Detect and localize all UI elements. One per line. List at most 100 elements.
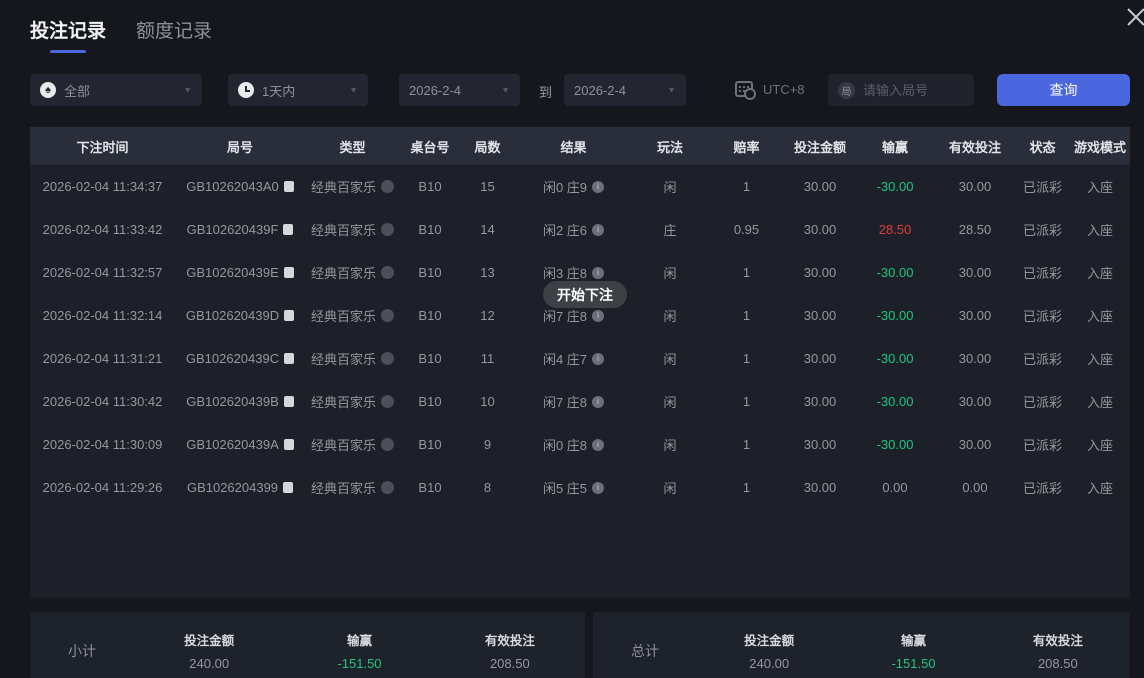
date-from-dropdown[interactable]: 2026-2-4 ▼ — [399, 74, 520, 106]
cell-round-id-text: GB102620439B — [186, 394, 279, 409]
cell-play-text: 闲 — [663, 438, 677, 453]
cell-bet-amount: 30.00 — [785, 480, 855, 495]
cell-status-text: 已派彩 — [1022, 481, 1062, 496]
cell-table-no-text: B10 — [418, 437, 442, 452]
cell-status-text: 已派彩 — [1022, 223, 1062, 238]
cell-play-text: 闲 — [663, 309, 677, 324]
cell-game-mode: 入座 — [1070, 263, 1130, 282]
cell-round-no: 8 — [460, 480, 515, 495]
cell-win-loss: -30.00 — [855, 437, 935, 452]
cell-win-loss: 0.00 — [855, 480, 935, 495]
table-row: 2026-02-04 11:30:09 GB102620439A 经典百家乐 B10 9… — [30, 423, 1130, 466]
cell-game-type: 经典百家乐 — [305, 220, 400, 239]
cell-play: 闲 — [632, 478, 708, 497]
cell-game-type-text: 经典百家乐 — [310, 309, 376, 324]
cell-bet-time-text: 2026-02-04 11:33:42 — [42, 222, 163, 237]
cell-bet-time-text: 2026-02-04 11:30:42 — [42, 394, 163, 409]
info-icon[interactable]: i — [592, 481, 605, 494]
cell-game-type-text: 经典百家乐 — [310, 223, 376, 238]
round-search-input[interactable] — [863, 82, 964, 98]
cell-round-id-text: GB102620439F — [186, 222, 279, 237]
cell-bet-time-text: 2026-02-04 11:32:57 — [42, 265, 163, 280]
cell-table-no: B10 — [400, 394, 460, 409]
cell-status-text: 已派彩 — [1022, 395, 1062, 410]
cell-win-loss-text: -30.00 — [876, 437, 914, 452]
time-range-dropdown[interactable]: 1天内 ▼ — [228, 74, 368, 106]
close-icon[interactable] — [1121, 2, 1144, 32]
cell-round-no-text: 10 — [480, 394, 495, 409]
copy-icon[interactable] — [283, 482, 294, 493]
total-valid-bet: 有效投注 208.50 — [986, 630, 1130, 678]
cell-status: 已派彩 — [1015, 220, 1070, 239]
info-icon[interactable]: i — [592, 438, 605, 451]
query-button[interactable]: 查询 — [997, 74, 1130, 106]
cell-game-type-text: 经典百家乐 — [310, 352, 376, 367]
info-icon[interactable]: i — [592, 309, 605, 322]
cell-status: 已派彩 — [1015, 263, 1070, 282]
total-panel: 总计 投注金额 240.00 输赢 -151.50 有效投注 208.50 — [593, 612, 1130, 678]
cell-result-text: 闲2 庄6 — [542, 223, 588, 238]
summary-col-value: -151.50 — [891, 656, 936, 671]
cell-table-no-text: B10 — [418, 222, 442, 237]
cell-game-mode: 入座 — [1070, 177, 1130, 196]
tab-quota-records[interactable]: 额度记录 — [136, 16, 212, 53]
bet-records-table: 下注时间 局号 类型 桌台号 局数 结果 玩法 赔率 投注金额 输赢 有效投注 状态 游戏模式 2026… — [30, 127, 1130, 598]
copy-icon[interactable] — [284, 353, 295, 364]
time-range-value: 1天内 — [262, 83, 296, 99]
cell-game-mode-text: 入座 — [1086, 438, 1113, 453]
date-to-dropdown[interactable]: 2026-2-4 ▼ — [564, 74, 686, 106]
copy-icon[interactable] — [283, 439, 294, 450]
info-icon[interactable]: i — [592, 180, 605, 193]
to-label: 到 — [539, 85, 553, 100]
cell-odds: 1 — [708, 394, 785, 409]
filter-bar: ♠ 全部 ▼ 1天内 ▼ 2026-2-4 ▼ 到 2026-2-4 ▼ UTC… — [0, 74, 1144, 106]
copy-icon[interactable] — [283, 181, 294, 192]
game-type-dropdown[interactable]: ♠ 全部 ▼ — [30, 74, 202, 106]
cell-bet-amount-text: 30.00 — [803, 265, 837, 280]
cell-bet-amount: 30.00 — [785, 222, 855, 237]
cell-bet-time-text: 2026-02-04 11:34:37 — [42, 179, 163, 194]
cell-play: 庄 — [632, 220, 708, 239]
game-type-value: 全部 — [64, 83, 91, 99]
cell-result-text: 闲3 庄8 — [542, 266, 588, 281]
info-icon[interactable]: i — [592, 266, 605, 279]
cell-win-loss: -30.00 — [855, 308, 935, 323]
cell-round-id-text: GB102620439E — [186, 265, 279, 280]
cell-result-text: 闲5 庄5 — [542, 481, 588, 496]
info-icon[interactable]: i — [592, 352, 605, 365]
copy-icon[interactable] — [283, 224, 294, 235]
cell-game-mode: 入座 — [1070, 478, 1130, 497]
column-header: 局数 — [474, 139, 501, 155]
cell-game-type-text: 经典百家乐 — [310, 438, 376, 453]
cell-bet-amount-text: 30.00 — [803, 179, 837, 194]
copy-icon[interactable] — [283, 396, 294, 407]
cell-round-no: 14 — [460, 222, 515, 237]
betting-records-dialog: 投注记录 额度记录 ♠ 全部 ▼ 1天内 ▼ 2026-2-4 ▼ 到 2026… — [0, 0, 1144, 678]
cell-valid-bet-text: 30.00 — [958, 437, 992, 452]
cell-result: 闲2 庄6 i — [515, 220, 632, 239]
cell-valid-bet-text: 30.00 — [958, 265, 992, 280]
copy-icon[interactable] — [283, 267, 294, 278]
subtotal-label: 小计 — [68, 643, 96, 659]
cell-win-loss-text: -30.00 — [876, 308, 914, 323]
copy-icon[interactable] — [284, 310, 295, 321]
cell-game-type: 经典百家乐 — [305, 263, 400, 282]
chevron-down-icon: ▼ — [501, 85, 510, 95]
cell-odds: 1 — [708, 437, 785, 452]
cell-valid-bet-text: 30.00 — [958, 179, 992, 194]
total-label: 总计 — [631, 643, 659, 659]
game-type-icon — [381, 309, 394, 322]
cell-status: 已派彩 — [1015, 349, 1070, 368]
cell-bet-time: 2026-02-04 11:30:09 — [30, 437, 175, 452]
tab-betting-records[interactable]: 投注记录 — [30, 16, 106, 53]
total-win-loss: 输赢 -151.50 — [841, 630, 985, 678]
active-tab-underline — [50, 50, 86, 53]
summary-col-value: 240.00 — [749, 656, 790, 671]
info-icon[interactable]: i — [592, 223, 605, 236]
round-search-field[interactable]: 局 — [828, 74, 974, 106]
cell-odds: 1 — [708, 265, 785, 280]
cell-odds: 1 — [708, 351, 785, 366]
cell-odds-text: 1 — [742, 351, 751, 366]
info-icon[interactable]: i — [592, 395, 605, 408]
cell-round-no: 10 — [460, 394, 515, 409]
